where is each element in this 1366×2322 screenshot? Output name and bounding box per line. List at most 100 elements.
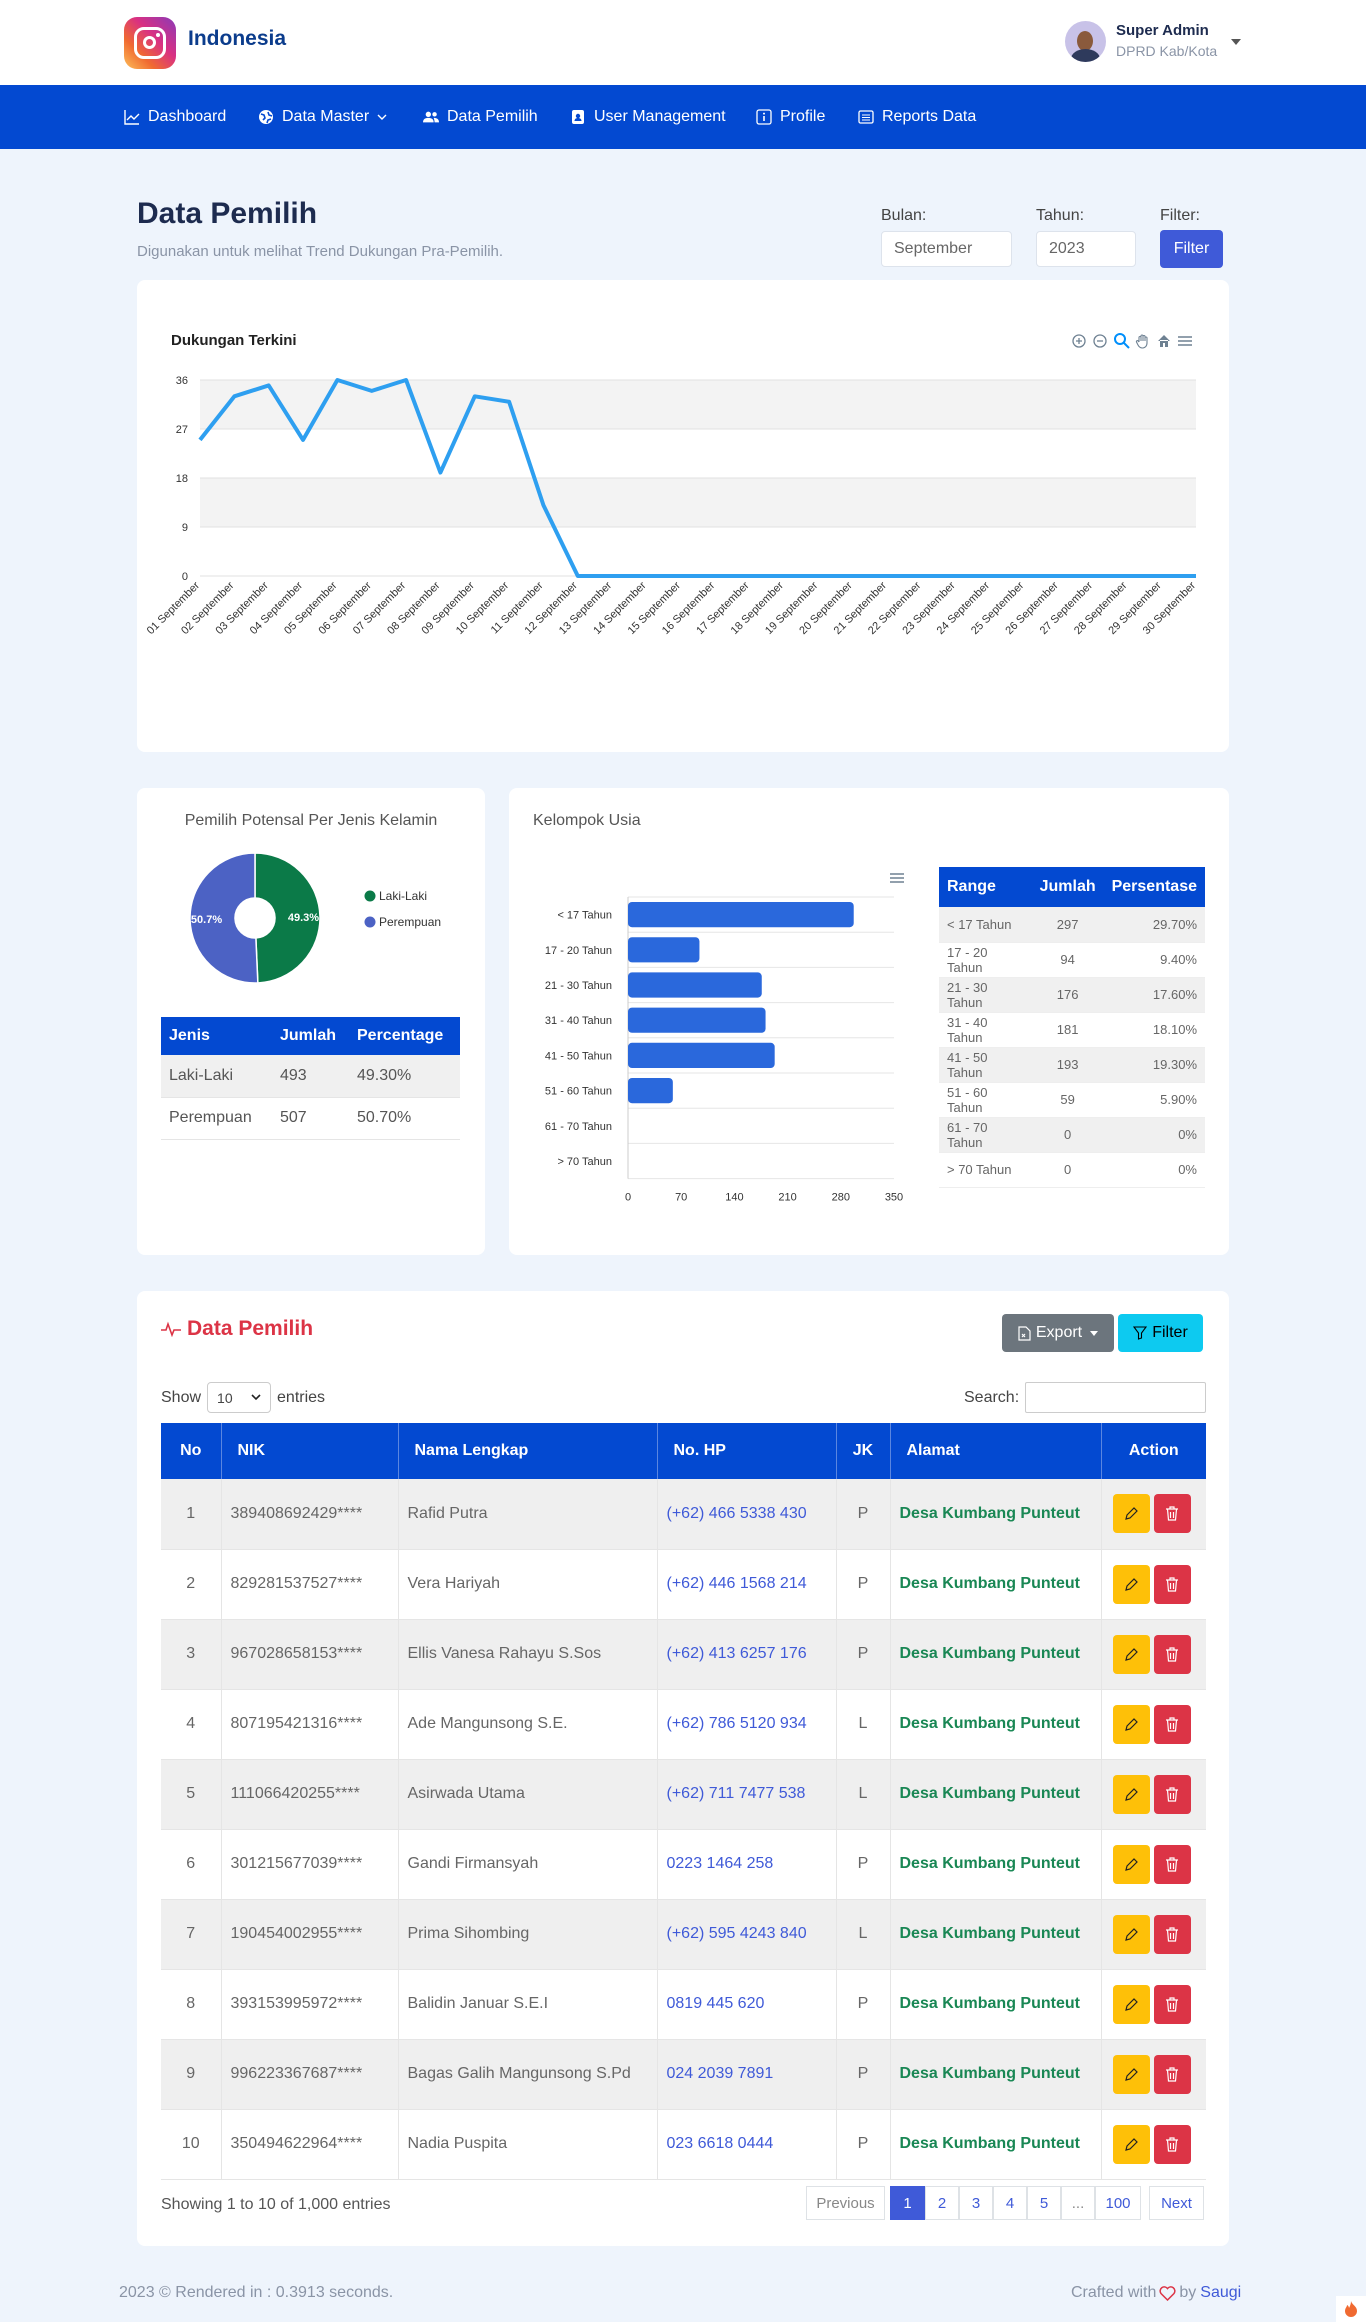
edit-button[interactable] — [1112, 1564, 1150, 1604]
cell[interactable]: 023 6618 0444 — [657, 2109, 837, 2180]
pagination-page-3[interactable]: 3 — [959, 2186, 993, 2220]
main-nav: Dashboard Data Master Data Pemilih User … — [0, 85, 1366, 149]
col-jumlah: Jumlah — [272, 1017, 349, 1055]
cell[interactable]: (+62) 413 6257 176 — [657, 1619, 837, 1690]
cell[interactable]: (+62) 595 4243 840 — [657, 1899, 837, 1970]
edit-button[interactable] — [1112, 1634, 1150, 1674]
filter-button[interactable]: Filter — [1160, 230, 1223, 268]
nav-reports-data[interactable]: Reports Data — [858, 85, 976, 149]
pagination-page-100[interactable]: 100 — [1095, 2186, 1141, 2220]
delete-button[interactable] — [1153, 1844, 1191, 1884]
delete-button[interactable] — [1153, 2124, 1191, 2164]
edit-button[interactable] — [1112, 1984, 1150, 2024]
pencil-icon — [1124, 1927, 1138, 1941]
delete-button[interactable] — [1153, 2054, 1191, 2094]
bulan-input[interactable]: September — [881, 231, 1012, 267]
y-tick-label: 0 — [182, 571, 188, 583]
chevron-down-icon[interactable] — [1231, 39, 1241, 45]
search-input[interactable] — [1025, 1382, 1207, 1413]
delete-button[interactable] — [1153, 1564, 1191, 1604]
trash-icon — [1166, 2066, 1179, 2082]
nav-profile[interactable]: Profile — [756, 85, 825, 149]
nav-data-pemilih[interactable]: Data Pemilih — [423, 85, 538, 149]
cell: 18.10% — [1103, 1012, 1205, 1048]
instagram-logo-icon[interactable] — [124, 17, 176, 69]
cell[interactable]: (+62) 786 5120 934 — [657, 1689, 837, 1760]
entries-select[interactable]: 10 — [207, 1382, 272, 1413]
grid-band — [200, 478, 1196, 527]
pagination-page-2[interactable]: 2 — [925, 2186, 959, 2220]
legend-label[interactable]: Perempuan — [379, 915, 441, 929]
cell: L — [836, 1689, 891, 1760]
delete-button[interactable] — [1153, 1984, 1191, 2024]
delete-button[interactable] — [1153, 1634, 1191, 1674]
nav-dashboard[interactable]: Dashboard — [124, 85, 226, 149]
edit-button[interactable] — [1112, 1914, 1150, 1954]
cell: Prima Sihombing — [398, 1899, 658, 1970]
edit-button[interactable] — [1112, 2124, 1150, 2164]
pagination-page-4[interactable]: 4 — [993, 2186, 1027, 2220]
action-cell — [1101, 1829, 1206, 1900]
search-control: Search: — [964, 1382, 1207, 1413]
cell[interactable]: 024 2039 7891 — [657, 2039, 837, 2110]
author-link[interactable]: Saugi — [1200, 2284, 1241, 2302]
col-persentase: Persentase — [1103, 867, 1205, 907]
pagination-page-5[interactable]: 5 — [1027, 2186, 1061, 2220]
caret-down-icon — [1090, 1330, 1099, 1336]
cell: 41 - 50 Tahun — [939, 1047, 1032, 1083]
avatar[interactable] — [1065, 21, 1106, 62]
table-row: 5 111066420255**** Asirwada Utama (+62) 711… — [161, 1759, 1206, 1830]
edit-button[interactable] — [1112, 1774, 1150, 1814]
age-table: Range Jumlah Persentase < 17 Tahun 297 29.… — [939, 867, 1205, 1188]
age-bar-chart: < 17 Tahun 17 - 20 Tahun 21 - 30 Tahun 31 -… — [545, 896, 903, 1204]
delete-button[interactable] — [1153, 1494, 1191, 1534]
user-name[interactable]: Super Admin — [1116, 22, 1209, 39]
delete-button[interactable] — [1153, 1914, 1191, 1954]
chevron-down-icon — [251, 1394, 261, 1401]
trash-icon — [1166, 1506, 1179, 1521]
pagination-ellipsis: ... — [1061, 2186, 1095, 2220]
flame-icon[interactable] — [1336, 2296, 1366, 2322]
delete-button[interactable] — [1153, 1774, 1191, 1814]
edit-button[interactable] — [1112, 1494, 1150, 1534]
cell[interactable]: 0223 1464 258 — [657, 1829, 837, 1900]
cell[interactable]: (+62) 466 5338 430 — [657, 1479, 837, 1550]
pemilih-table: No NIK Nama Lengkap No. HP JK Alamat Act… — [161, 1423, 1206, 2180]
pagination-page-1[interactable]: 1 — [890, 2186, 925, 2220]
cell: Rafid Putra — [398, 1479, 658, 1550]
export-button[interactable]: Export — [1002, 1314, 1114, 1352]
col-jumlah: Jumlah — [1031, 867, 1104, 907]
entries-control: Show 10 entries — [161, 1382, 325, 1413]
list-filter-button[interactable]: Filter — [1118, 1314, 1203, 1352]
pagination-previous[interactable]: Previous — [806, 2186, 885, 2220]
cell: 967028658153**** — [221, 1619, 399, 1690]
cell: Desa Kumbang Punteut — [890, 2039, 1102, 2110]
cell: 301215677039**** — [221, 1829, 399, 1900]
table-row: > 70 Tahun 0 0% — [939, 1152, 1205, 1188]
trash-icon — [1166, 1646, 1179, 1662]
nav-data-master[interactable]: Data Master — [258, 85, 387, 149]
edit-button[interactable] — [1112, 2054, 1150, 2094]
brand-name[interactable]: Indonesia — [188, 27, 286, 51]
bulan-label: Bulan: — [881, 207, 927, 224]
edit-button[interactable] — [1112, 1844, 1150, 1884]
cell: Desa Kumbang Punteut — [890, 1479, 1102, 1550]
table-row: 21 - 30 Tahun 176 17.60% — [939, 977, 1205, 1013]
cell[interactable]: 0819 445 620 — [657, 1969, 837, 2040]
y-tick-label: 27 — [176, 424, 188, 436]
delete-button[interactable] — [1153, 1704, 1191, 1744]
tahun-input[interactable]: 2023 — [1036, 231, 1136, 267]
y-tick-label: 51 - 60 Tahun — [545, 1086, 612, 1098]
cell: L — [836, 1899, 891, 1970]
table-row: 51 - 60 Tahun 59 5.90% — [939, 1082, 1205, 1118]
pagination-next[interactable]: Next — [1149, 2186, 1204, 2220]
cell: P — [836, 1829, 891, 1900]
trash-icon — [1166, 1996, 1179, 2012]
table-row: 31 - 40 Tahun 181 18.10% — [939, 1012, 1205, 1048]
cell[interactable]: (+62) 446 1568 214 — [657, 1549, 837, 1620]
cell[interactable]: (+62) 711 7477 538 — [657, 1759, 837, 1830]
legend-label[interactable]: Laki-Laki — [379, 889, 427, 903]
nav-user-management[interactable]: User Management — [570, 85, 726, 149]
edit-button[interactable] — [1112, 1704, 1150, 1744]
cell: 7 — [161, 1899, 222, 1970]
